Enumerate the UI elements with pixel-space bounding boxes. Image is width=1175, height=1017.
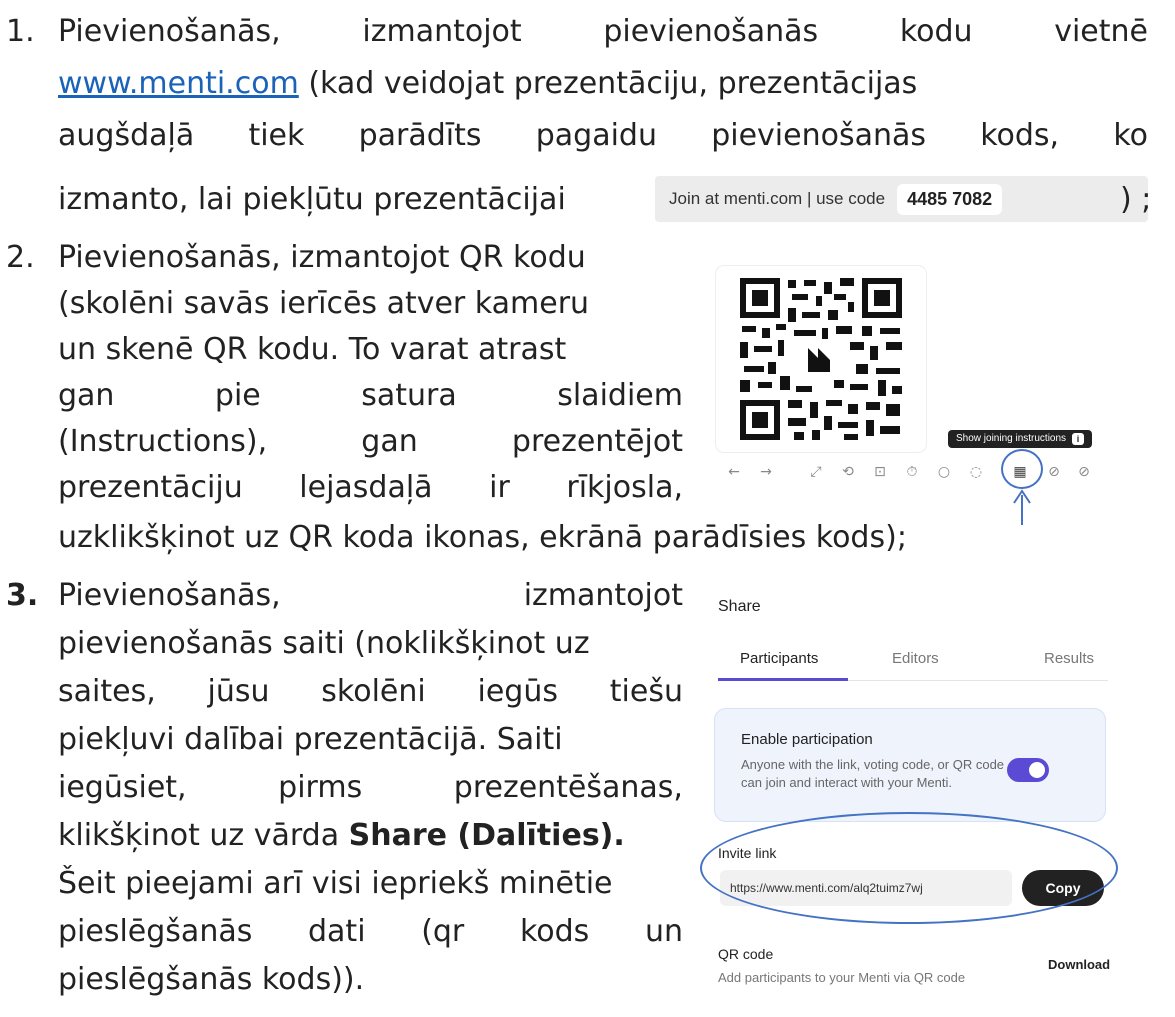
item-1-line-3: augšdaļā tiek parādīts pagaidu pievienoš… (58, 118, 1148, 153)
item-3-number: 3. (6, 578, 39, 613)
item-3-line-1: Pievienošanās, izmantojot (58, 578, 683, 613)
menti-link[interactable]: www.menti.com (58, 66, 299, 101)
enable-participation-card: Enable participation Anyone with the lin… (714, 708, 1106, 822)
qa-icon[interactable]: ○ (934, 462, 954, 482)
active-tab-indicator (718, 678, 848, 681)
hide-results-icon[interactable]: ⊘ (1044, 462, 1064, 482)
qr-code-label: QR code (718, 946, 774, 962)
reset-icon[interactable]: ⟲ (838, 462, 858, 482)
enable-participation-description: Anyone with the link, voting code, or QR… (741, 757, 1005, 790)
tab-results[interactable]: Results (1044, 650, 1094, 667)
block-icon[interactable]: ⊘ (1074, 462, 1094, 482)
qr-icon-highlight-circle (1001, 449, 1043, 489)
item-2-line-4: gan pie satura slaidiem (58, 378, 683, 413)
item-3-line-4: piekļuvi dalībai prezentācijā. Saiti (58, 722, 563, 757)
enable-participation-title: Enable participation (741, 731, 873, 748)
item-3-line-8: pieslēgšanās dati (qr kods un (58, 914, 683, 949)
item-2-line-3: un skenē QR kodu. To varat atrast (58, 332, 567, 367)
item-2-line-5: (Instructions), gan prezentējot (58, 424, 683, 459)
item-3-line-6: klikšķinot uz vārda Share (Dalīties). (58, 818, 625, 853)
item-2-line-2: (skolēni savās ierīcēs atver kameru (58, 286, 590, 321)
share-panel: Share Participants Editors Results Enabl… (700, 590, 1130, 1010)
item-1-line-4-end: ) ; (1120, 182, 1152, 217)
invite-link-highlight-ellipse (700, 812, 1118, 924)
reactions-icon[interactable]: ◌ (966, 462, 986, 482)
item-3-line-3: saites, jūsu skolēni iegūs tiešu (58, 674, 683, 709)
arrow-right-icon[interactable]: → (756, 462, 776, 482)
timer-icon[interactable]: ⏱ (902, 462, 922, 482)
item-3-line-7: Šeit pieejami arī visi iepriekš minētie (58, 866, 613, 901)
join-code-banner: Join at menti.com | use code 4485 7082 (655, 176, 1148, 222)
share-title: Share (718, 598, 761, 615)
joining-instructions-tooltip: Show joining instructions i (948, 430, 1092, 448)
item-3-line-5: iegūsiet, pirms prezentēšanas, (58, 770, 683, 805)
participation-toggle[interactable] (1007, 758, 1049, 782)
item-2-number: 2. (6, 240, 35, 275)
item-2-line-6: prezentāciju lejasdaļā ir rīkjosla, (58, 470, 683, 505)
tab-editors[interactable]: Editors (892, 650, 939, 667)
document: 1. Pievienošanās, izmantojot pievienošan… (0, 0, 1175, 1017)
item-3-line-9: pieslēgšanās kods)). (58, 962, 365, 997)
download-button[interactable]: Download (1048, 957, 1110, 972)
item-1-line-1: Pievienošanās, izmantojot pievienošanās … (58, 14, 1148, 49)
qr-code-description: Add participants to your Menti via QR co… (718, 970, 966, 985)
item-2-line-7: uzklikšķinot uz QR koda ikonas, ekrānā p… (58, 520, 907, 555)
tab-participants[interactable]: Participants (740, 650, 818, 667)
join-code: 4485 7082 (897, 183, 1003, 215)
arrow-left-icon[interactable]: ← (724, 462, 744, 482)
qr-code-image (738, 276, 904, 442)
hotkeys-icon[interactable]: ⊡ (870, 462, 890, 482)
info-icon: i (1072, 433, 1084, 445)
item-1-line-2: www.menti.com (kad veidojat prezentāciju… (58, 66, 918, 101)
join-banner-text: Join at menti.com | use code (669, 189, 886, 208)
item-1-number: 1. (6, 14, 35, 49)
fullscreen-icon[interactable]: ⤢ (806, 462, 826, 482)
toggle-knob (1029, 762, 1045, 778)
qr-code-card (716, 266, 926, 452)
item-3-line-2: pievienošanās saiti (noklikšķinot uz (58, 626, 590, 661)
arrow-up-icon (1013, 489, 1031, 525)
item-1-line-4: izmanto, lai piekļūtu prezentācijai (58, 182, 566, 217)
item-2-line-1: Pievienošanās, izmantojot QR kodu (58, 240, 586, 275)
